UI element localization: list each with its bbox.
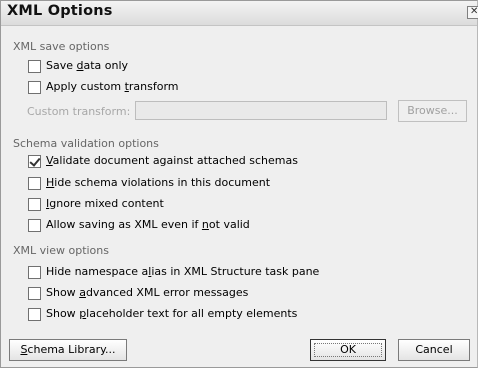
ignore-mixed-checkbox[interactable] [28,198,41,211]
browse-button[interactable]: Browse... [398,100,467,122]
show-placeholder-checkbox[interactable] [28,308,41,321]
apply-custom-transform-label: Apply custom transform [46,80,179,93]
section-label-save: XML save options [13,40,110,53]
save-data-only-checkbox[interactable] [28,60,41,73]
close-icon[interactable] [467,6,478,19]
show-placeholder-label: Show placeholder text for all empty elem… [46,307,298,320]
schema-library-button[interactable]: Schema Library... [9,339,127,361]
hide-violations-label: Hide schema violations in this document [46,176,271,189]
show-errors-label: Show advanced XML error messages [46,286,249,299]
allow-invalid-label: Allow saving as XML even if not valid [46,218,250,231]
cancel-button[interactable]: Cancel [398,339,470,361]
custom-transform-field[interactable] [135,101,387,120]
show-errors-checkbox[interactable] [28,287,41,300]
hide-violations-checkbox[interactable] [28,177,41,190]
section-label-schema: Schema validation options [13,137,159,150]
validate-checkbox[interactable] [28,155,41,168]
validate-label: Validate document against attached schem… [46,154,298,167]
section-label-view: XML view options [13,244,109,257]
hide-namespace-label: Hide namespace alias in XML Structure ta… [46,265,320,278]
hide-namespace-checkbox[interactable] [28,266,41,279]
dialog-title: XML Options [7,3,113,19]
apply-custom-transform-checkbox[interactable] [28,81,41,94]
allow-invalid-checkbox[interactable] [28,219,41,232]
save-data-only-label: Save data only [46,59,129,72]
xml-options-dialog: XML Options XML save options Save data o… [0,0,478,368]
ok-button[interactable]: OK [310,339,386,361]
title-bar: XML Options [1,1,478,26]
ignore-mixed-label: Ignore mixed content [46,197,164,210]
custom-transform-label: Custom transform: [27,105,131,118]
